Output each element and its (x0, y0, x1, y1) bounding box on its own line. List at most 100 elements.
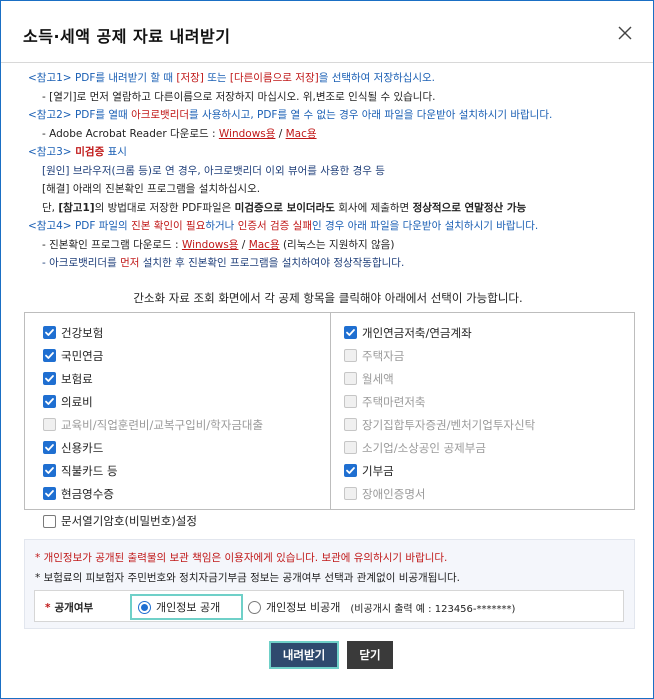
left-deduction-label: 직불카드 등 (61, 463, 118, 478)
acrobat-mac-link[interactable]: Mac용 (286, 128, 317, 140)
right-deduction-checkbox (344, 395, 357, 408)
note-4-c: 하거나 (205, 220, 238, 232)
left-deduction-label: 신용카드 (61, 440, 104, 455)
right-deduction-checkbox[interactable] (344, 326, 357, 339)
right-deduction-item: 장애인증명서 (344, 482, 535, 505)
check-icon (346, 329, 355, 336)
left-deduction-item[interactable]: 국민연금 (43, 344, 263, 367)
right-deduction-label: 개인연금저축/연금계좌 (362, 325, 472, 340)
info-line-1: * 개인정보가 공개된 출력물의 보관 책임은 이용자에게 있습니다. 보관에 … (35, 552, 448, 564)
left-deduction-item[interactable]: 신용카드 (43, 436, 263, 459)
radio-private-dot[interactable] (248, 600, 261, 614)
radio-public-dot[interactable] (138, 600, 151, 614)
radio-public[interactable]: 개인정보 공개 (130, 594, 243, 620)
right-deduction-checkbox[interactable] (344, 464, 357, 477)
close-button[interactable]: 닫기 (347, 641, 393, 669)
left-deduction-label: 보험료 (61, 371, 93, 386)
left-deduction-checkbox[interactable] (43, 372, 56, 385)
note-4-line3: - 아크로뱃리더를 먼저 설치한 후 진본확인 프로그램을 설치하여야 정상작동… (28, 254, 638, 273)
note-1-line2: - [열기]로 먼저 열람하고 다른이름으로 저장하지 마십시오. 위,변조로 … (42, 90, 436, 103)
password-option[interactable]: 문서열기암호(비밀번호)설정 (43, 513, 197, 529)
right-deduction-item: 주택마련저축 (344, 390, 535, 413)
check-icon (45, 444, 54, 451)
note-1-text-e: 을 선택하여 저장하십시오. (318, 72, 435, 84)
left-deduction-checkbox[interactable] (43, 464, 56, 477)
check-icon (45, 398, 54, 405)
note-2-text-a: PDF를 열때 (71, 109, 132, 121)
check-icon (45, 329, 54, 336)
note-1-text-c: 또는 (203, 72, 230, 84)
left-items-column: 건강보험 국민연금보험료의료비교육비/직업훈련비/교복구입비/학자금대출신용카드직… (43, 321, 263, 505)
note-4-l3-c: 설치한 후 진본확인 프로그램을 설치하여야 정상작동합니다. (139, 257, 405, 269)
note-4-b: 진본 확인이 필요 (131, 220, 206, 232)
title-bar: 소득·세액 공제 자료 내려받기 (1, 1, 653, 63)
right-deduction-label: 장애인증명서 (362, 486, 426, 501)
note-1: <참고1> PDF를 내려받기 할 때 [저장] 또는 [다른이름으로 저장]을… (28, 69, 638, 88)
left-deduction-checkbox[interactable] (43, 487, 56, 500)
password-checkbox[interactable] (43, 514, 56, 528)
note-2-line2: - Adobe Acrobat Reader 다운로드 : Windows용 /… (28, 125, 638, 144)
left-deduction-item[interactable]: 현금영수증 (43, 482, 263, 505)
left-deduction-item[interactable]: 건강보험 (43, 321, 263, 344)
note-4-l3-b: 먼저 (120, 257, 140, 269)
verifier-windows-link[interactable]: Windows용 (182, 239, 239, 251)
left-deduction-item[interactable]: 보험료 (43, 367, 263, 390)
left-deduction-label: 교육비/직업훈련비/교복구입비/학자금대출 (61, 417, 264, 432)
note-4-prefix: - 진본확인 프로그램 다운로드 : (42, 238, 182, 251)
right-deduction-item: 월세액 (344, 367, 535, 390)
note-1-save-as: [다른이름으로 저장] (229, 72, 319, 84)
download-button[interactable]: 내려받기 (269, 641, 339, 669)
disclosure-label: * 공개여부 (45, 600, 93, 615)
guide-text: 간소화 자료 조회 화면에서 각 공제 항목을 클릭해야 아래에서 선택이 가능… (133, 291, 523, 305)
left-deduction-checkbox[interactable] (43, 326, 56, 339)
note-2: <참고2> PDF를 열때 아크로뱃리더를 사용하시고, PDF를 열 수 없는… (28, 106, 638, 125)
right-deduction-checkbox (344, 487, 357, 500)
right-deduction-label: 주택마련저축 (362, 394, 426, 409)
note-3-l4-d: 미검증으로 보이더라도 (234, 201, 335, 214)
acrobat-windows-link[interactable]: Windows용 (219, 128, 276, 140)
verifier-mac-link[interactable]: Mac용 (249, 239, 280, 251)
left-deduction-checkbox[interactable] (43, 395, 56, 408)
check-icon (45, 375, 54, 382)
note-2-text-c: 를 사용하시고, PDF를 열 수 없는 경우 아래 파일을 다운받아 설치하시… (189, 109, 553, 121)
right-deduction-label: 기부금 (362, 463, 394, 478)
note-1-save: [저장] (176, 72, 204, 84)
check-icon (45, 352, 54, 359)
note-3: <참고3> 미검증 표시 (28, 143, 638, 162)
check-icon (346, 467, 355, 474)
note-3-line2: [원인] 브라우저(크롬 등)로 연 경우, 아크로뱃리더 이외 뷰어를 사용한… (42, 164, 385, 177)
password-option-label: 문서열기암호(비밀번호)설정 (61, 514, 197, 528)
right-deduction-item: 주택자금 (344, 344, 535, 367)
column-divider (330, 313, 331, 509)
note-4-line2: - 진본확인 프로그램 다운로드 : Windows용 / Mac용 (리눅스는… (28, 236, 638, 255)
right-items-column: 개인연금저축/연금계좌 주택자금 월세액 주택마련저축 장기집합투자증권/벤처기업투자신… (344, 321, 535, 505)
right-deduction-item[interactable]: 개인연금저축/연금계좌 (344, 321, 535, 344)
right-deduction-label: 월세액 (362, 371, 394, 386)
download-dialog: 소득·세액 공제 자료 내려받기 <참고1> PDF를 내려받기 할 때 [저장… (0, 0, 654, 699)
note-3-l4-a: 단, (42, 201, 59, 214)
note-3-line3: [해결] 아래의 진본확인 프로그램을 설치하십시오. (42, 183, 261, 195)
note-4-a: PDF 파일의 (71, 220, 132, 232)
check-icon (45, 467, 54, 474)
note-3-l4-e: 회사에 제출하면 (334, 201, 413, 214)
left-deduction-checkbox[interactable] (43, 349, 56, 362)
deduction-items-panel: 건강보험 국민연금보험료의료비교육비/직업훈련비/교복구입비/학자금대출신용카드직… (24, 312, 635, 510)
note-2-sep: / (275, 127, 286, 140)
left-deduction-checkbox[interactable] (43, 441, 56, 454)
left-deduction-item[interactable]: 의료비 (43, 390, 263, 413)
note-4-tag: <참고4> (28, 220, 72, 232)
close-icon[interactable] (615, 23, 635, 43)
note-4: <참고4> PDF 파일의 진본 확인이 필요하거나 인증서 검증 실패인 경우… (28, 217, 638, 236)
left-deduction-label: 의료비 (61, 394, 93, 409)
note-4-d: 인증서 검증 실패 (237, 220, 312, 232)
right-deduction-checkbox (344, 349, 357, 362)
right-deduction-item[interactable]: 기부금 (344, 459, 535, 482)
radio-private[interactable]: 개인정보 비공개 (비공개시 출력 예 : 123456-*******) (248, 595, 515, 619)
right-deduction-checkbox (344, 418, 357, 431)
radio-private-label: 개인정보 비공개 (266, 601, 341, 614)
note-3-l4-f: 정상적으로 연말정산 가능 (412, 201, 527, 214)
radio-public-label: 개인정보 공개 (156, 601, 221, 614)
note-3-l4-c: 의 방법대로 저장한 PDF파일은 (94, 201, 235, 214)
note-3-line4: 단, [참고1]의 방법대로 저장한 PDF파일은 미검증으로 보이더라도 회사… (28, 199, 638, 218)
left-deduction-item[interactable]: 직불카드 등 (43, 459, 263, 482)
